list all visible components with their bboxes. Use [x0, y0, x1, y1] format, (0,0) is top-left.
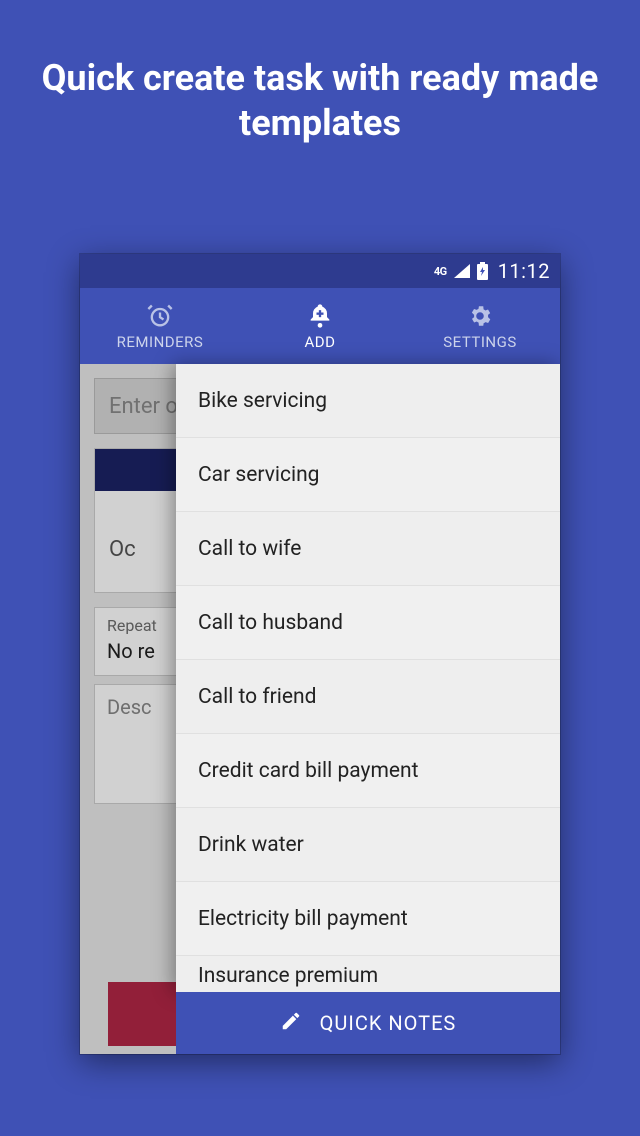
- alarm-icon: [146, 301, 174, 331]
- tab-add[interactable]: ADD: [240, 288, 400, 364]
- tab-reminders[interactable]: REMINDERS: [80, 288, 240, 364]
- tab-settings[interactable]: SETTINGS: [400, 288, 560, 364]
- bell-add-icon: [306, 301, 334, 331]
- templates-dropdown: Bike servicing Car servicing Call to wif…: [176, 364, 560, 992]
- battery-charging-icon: [477, 262, 488, 280]
- template-item[interactable]: Call to husband: [176, 586, 560, 660]
- quick-notes-label: QUICK NOTES: [320, 1011, 457, 1035]
- template-item[interactable]: Insurance premium: [176, 956, 560, 992]
- tab-label: REMINDERS: [117, 333, 204, 351]
- network-4g-icon: 4G: [434, 265, 447, 278]
- template-item[interactable]: Call to wife: [176, 512, 560, 586]
- tab-label: SETTINGS: [443, 333, 517, 351]
- tab-bar: REMINDERS ADD SETTINGS: [80, 288, 560, 364]
- tab-label: ADD: [305, 333, 336, 351]
- template-item[interactable]: Credit card bill payment: [176, 734, 560, 808]
- template-item[interactable]: Drink water: [176, 808, 560, 882]
- gear-icon: [467, 301, 493, 331]
- status-bar: 4G 11:12: [80, 254, 560, 288]
- template-item[interactable]: Bike servicing: [176, 364, 560, 438]
- promo-headline: Quick create task with ready made templa…: [0, 0, 640, 146]
- signal-icon: [453, 263, 471, 279]
- template-item[interactable]: Call to friend: [176, 660, 560, 734]
- quick-notes-button[interactable]: QUICK NOTES: [176, 992, 560, 1054]
- pencil-icon: [280, 1010, 302, 1037]
- phone-frame: 4G 11:12 REMINDERS ADD SETTINGS: [80, 254, 560, 1054]
- status-clock: 11:12: [498, 259, 550, 283]
- template-item[interactable]: Car servicing: [176, 438, 560, 512]
- template-item[interactable]: Electricity bill payment: [176, 882, 560, 956]
